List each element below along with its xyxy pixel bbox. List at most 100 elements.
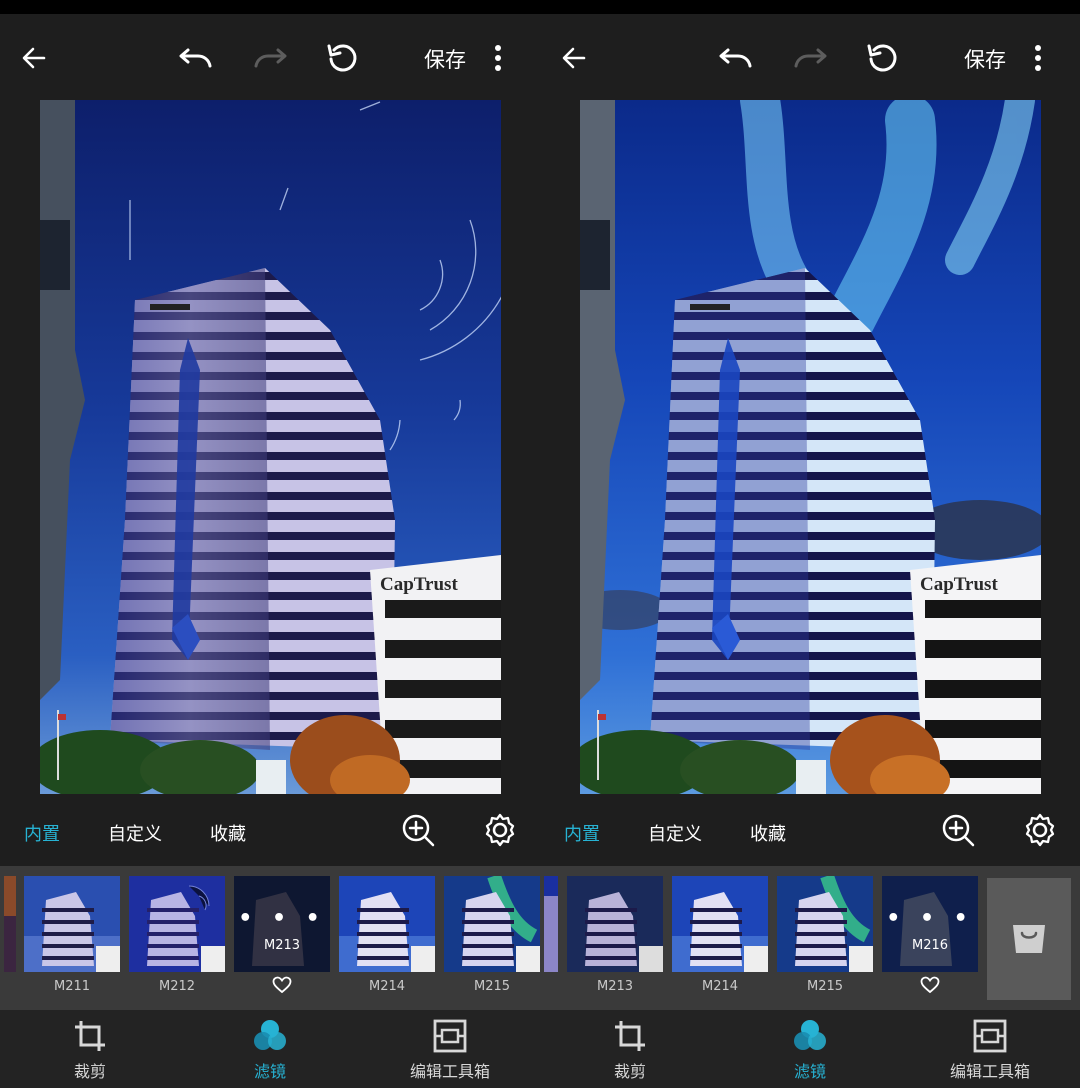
building-photo: CapTrust <box>40 100 501 794</box>
reset-button[interactable] <box>324 40 360 76</box>
filter-strip: M213 M214 M215 • • • M216 <box>540 866 1080 1010</box>
filter-circles-icon <box>254 1020 286 1050</box>
tab-custom[interactable]: 自定义 <box>108 820 162 846</box>
nav-filter[interactable]: 滤镜 <box>210 1018 330 1086</box>
filter-thumb-partial[interactable] <box>4 876 16 972</box>
undo-button[interactable] <box>718 40 754 76</box>
back-button[interactable] <box>16 40 52 76</box>
redo-button[interactable] <box>252 40 288 76</box>
arrow-left-icon <box>562 47 586 69</box>
filter-thumbnail <box>672 876 768 972</box>
filter-thumbnail <box>777 876 873 972</box>
rotate-icon <box>327 44 357 72</box>
zoom-in-icon <box>402 814 435 847</box>
zoom-in-icon <box>942 814 975 847</box>
crop-icon <box>75 1021 105 1051</box>
adjust-dots: • • • <box>238 906 326 931</box>
adjust-dots: • • • <box>886 906 974 931</box>
redo-button[interactable] <box>792 40 828 76</box>
nav-toolbox-label: 编辑工具箱 <box>409 1062 490 1081</box>
filter-item-selected[interactable]: • • • M216 <box>882 876 978 1010</box>
gear-icon <box>1025 813 1055 847</box>
filter-thumbnail <box>339 876 435 972</box>
heart-icon[interactable] <box>272 976 292 994</box>
filter-name-overlay: M216 <box>911 938 949 953</box>
building-photo: CapTrust <box>580 100 1041 794</box>
undo-icon <box>179 48 212 68</box>
nav-toolbox[interactable]: 编辑工具箱 <box>390 1018 510 1086</box>
filter-thumb-partial[interactable] <box>544 876 558 972</box>
filter-item[interactable]: M214 <box>672 876 768 1010</box>
nav-crop-label: 裁剪 <box>613 1062 646 1081</box>
photo-preview[interactable]: CapTrust <box>580 100 1041 794</box>
nav-crop[interactable]: 裁剪 <box>30 1018 150 1086</box>
tab-favorites[interactable]: 收藏 <box>210 820 246 846</box>
zoom-button[interactable] <box>400 812 436 848</box>
filter-thumbnail <box>129 876 225 972</box>
more-button[interactable] <box>1026 40 1050 76</box>
bottom-nav: 裁剪 滤镜 编辑工具箱 <box>540 1010 1080 1088</box>
status-bar-strip <box>0 0 1080 14</box>
filter-thumbnail <box>444 876 540 972</box>
gear-icon <box>485 813 515 847</box>
redo-icon <box>254 48 287 68</box>
nav-crop[interactable]: 裁剪 <box>570 1018 690 1086</box>
tab-custom[interactable]: 自定义 <box>648 820 702 846</box>
save-button[interactable]: 保存 <box>964 44 1006 74</box>
tab-builtin[interactable]: 内置 <box>564 820 600 846</box>
filter-item[interactable]: M215 <box>444 876 540 1010</box>
filter-item[interactable]: M214 <box>339 876 435 1010</box>
nav-filter[interactable]: 滤镜 <box>750 1018 870 1086</box>
redo-icon <box>794 48 827 68</box>
filter-name: M212 <box>158 979 196 994</box>
filter-thumbnail <box>24 876 120 972</box>
tab-favorites[interactable]: 收藏 <box>750 820 786 846</box>
nav-filter-label: 滤镜 <box>793 1062 826 1081</box>
editor-panel-left: 保存 CapTrust 内置 自定义 收藏 M211 M212 • • • M2… <box>0 14 540 1088</box>
settings-button[interactable] <box>482 812 518 848</box>
nav-toolbox[interactable]: 编辑工具箱 <box>930 1018 1050 1086</box>
filter-name: M211 <box>53 979 91 994</box>
zoom-button[interactable] <box>940 812 976 848</box>
undo-button[interactable] <box>178 40 214 76</box>
shopping-bag-icon <box>1013 925 1045 953</box>
more-vertical-icon <box>495 45 501 71</box>
editor-panel-right: 保存 CapTrust 内置 自定义 收藏 M213 M214 M215 • •… <box>540 14 1080 1088</box>
filter-name: M213 <box>596 979 634 994</box>
arrow-left-icon <box>22 47 46 69</box>
more-button[interactable] <box>486 40 510 76</box>
rotate-icon <box>867 44 897 72</box>
nav-filter-label: 滤镜 <box>253 1062 286 1081</box>
crop-icon <box>615 1021 645 1051</box>
filter-store-button[interactable] <box>987 878 1071 1000</box>
back-button[interactable] <box>556 40 592 76</box>
photo-preview[interactable]: CapTrust <box>40 100 501 794</box>
heart-icon[interactable] <box>920 976 940 994</box>
filter-name: M214 <box>368 979 406 994</box>
captrust-sign: CapTrust <box>920 574 998 595</box>
toolbox-icon <box>973 1019 1007 1053</box>
undo-icon <box>719 48 752 68</box>
filter-item[interactable]: M212 <box>129 876 225 1010</box>
filter-tabs: 内置 自定义 收藏 <box>0 812 540 852</box>
filter-thumbnail <box>567 876 663 972</box>
tab-builtin[interactable]: 内置 <box>24 820 60 846</box>
toolbox-icon <box>433 1019 467 1053</box>
filter-strip: M211 M212 • • • M213 M214 M215 <box>0 866 540 1010</box>
filter-item[interactable]: M211 <box>24 876 120 1010</box>
filter-item[interactable]: M213 <box>567 876 663 1010</box>
filter-name: M215 <box>473 979 511 994</box>
filter-tabs: 内置 自定义 收藏 <box>540 812 1080 852</box>
settings-button[interactable] <box>1022 812 1058 848</box>
top-toolbar: 保存 <box>540 14 1080 100</box>
filter-name: M214 <box>701 979 739 994</box>
filter-item[interactable]: M215 <box>777 876 873 1010</box>
filter-name-overlay: M213 <box>263 938 301 953</box>
captrust-sign: CapTrust <box>380 574 458 595</box>
top-toolbar: 保存 <box>0 14 540 100</box>
save-button[interactable]: 保存 <box>424 44 466 74</box>
nav-crop-label: 裁剪 <box>73 1062 106 1081</box>
filter-item-selected[interactable]: • • • M213 <box>234 876 330 1010</box>
filter-circles-icon <box>794 1020 826 1050</box>
reset-button[interactable] <box>864 40 900 76</box>
